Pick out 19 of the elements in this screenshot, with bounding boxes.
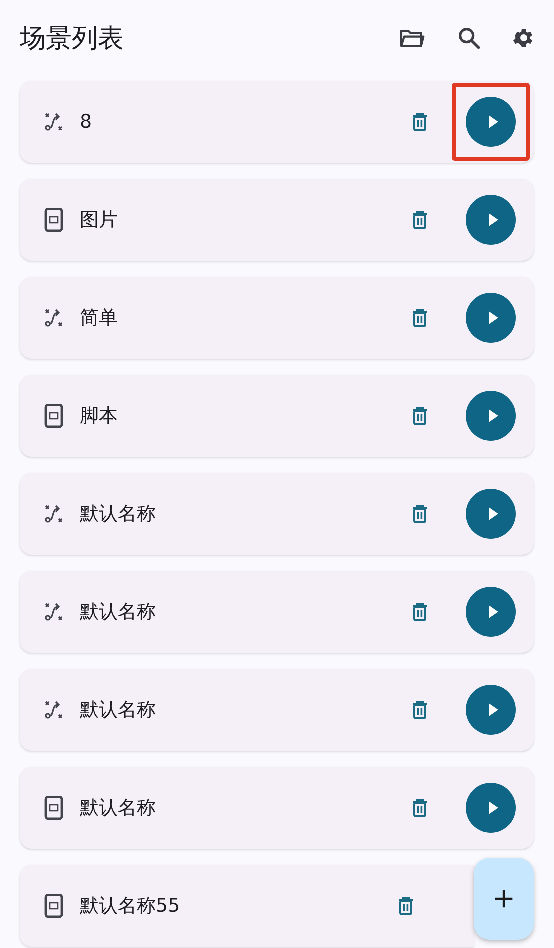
scene-card[interactable]: 脚本: [20, 375, 534, 457]
scene-card[interactable]: 8: [20, 81, 534, 163]
scene-name: 默认名称55: [80, 894, 182, 919]
scene-card[interactable]: 默认名称: [20, 473, 534, 555]
scene-name: 默认名称: [80, 796, 157, 821]
scene-card[interactable]: 默认名称: [20, 669, 534, 751]
scene-name: 默认名称: [80, 698, 157, 723]
scene-name: 图片: [80, 208, 119, 233]
scene-card[interactable]: 默认名称: [20, 767, 534, 849]
scene-name: 脚本: [80, 404, 119, 429]
scene-card[interactable]: 图片: [20, 179, 534, 261]
scene-name: 默认名称: [80, 502, 157, 527]
scene-name: 默认名称: [80, 600, 157, 625]
scene-card[interactable]: 默认名称: [20, 571, 534, 653]
scene-card[interactable]: 默认名称55: [20, 865, 474, 947]
scene-name: 8: [80, 111, 94, 133]
scene-card[interactable]: 简单: [20, 277, 534, 359]
page-title: 场景列表: [20, 22, 124, 56]
scene-name: 简单: [80, 306, 119, 331]
